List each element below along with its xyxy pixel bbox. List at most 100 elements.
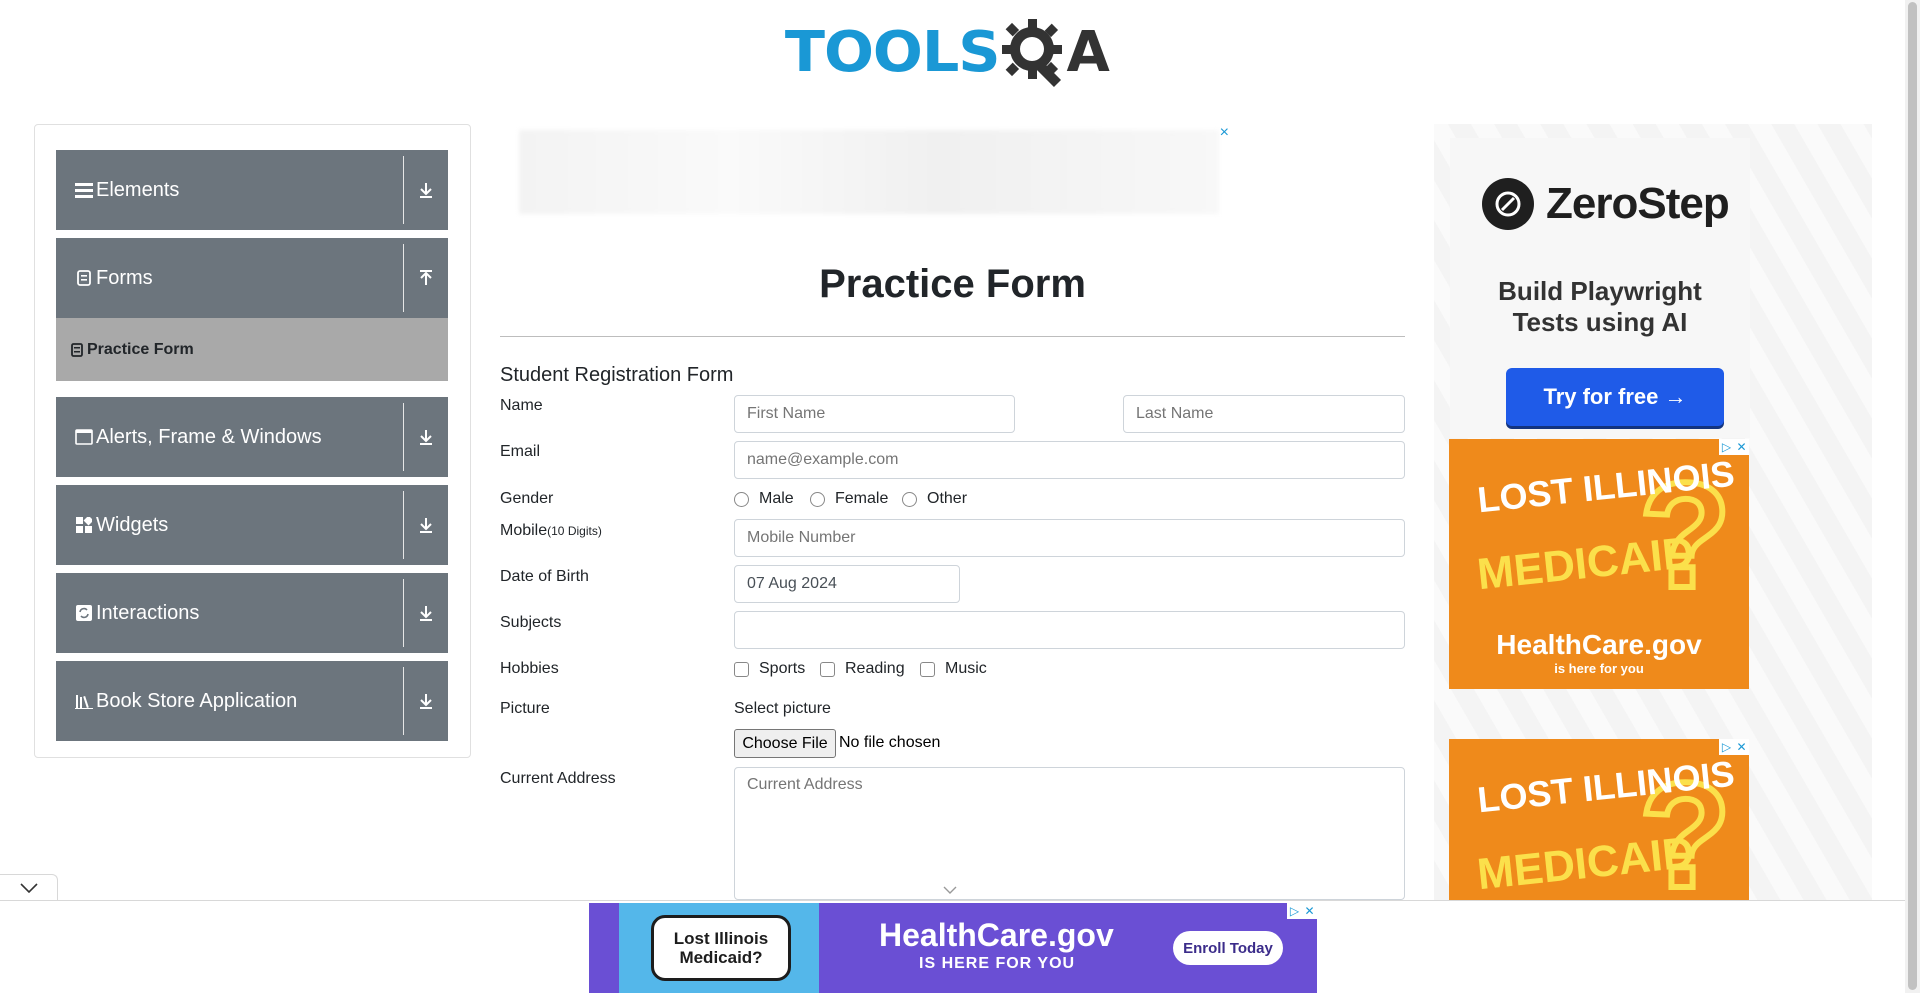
radio-button[interactable] — [810, 491, 825, 507]
sidebar-item-practice-form[interactable]: Practice Form — [56, 318, 448, 381]
toolsqa-logo[interactable]: TOOLS A — [785, 14, 1120, 90]
radio-button[interactable] — [734, 491, 749, 507]
banner-brand: HealthCare.gov — [879, 917, 1114, 953]
option-label: Female — [835, 490, 889, 507]
adchoices-icon[interactable]: ▷ — [1719, 439, 1734, 455]
divider — [403, 244, 404, 312]
ad-close-icon[interactable]: ✕ — [1302, 903, 1317, 919]
medicaid-ad-2[interactable]: ? LOST ILLINOIS MEDICAID ▷ ✕ — [1449, 739, 1749, 900]
adchoices[interactable]: ▷ ✕ — [1719, 739, 1749, 755]
page-title: Practice Form — [819, 262, 1086, 306]
hobby-reading-checkbox[interactable]: Reading — [820, 660, 905, 678]
sidebar-group-alerts[interactable]: Alerts, Frame & Windows — [56, 397, 448, 477]
first-name-input[interactable]: First Name — [734, 395, 1015, 433]
choose-file-button[interactable]: Choose File — [734, 729, 836, 758]
download-arrow-icon[interactable] — [414, 425, 438, 449]
gender-other-radio[interactable]: Other — [902, 490, 967, 508]
menu-icon — [74, 180, 94, 200]
divider — [403, 156, 404, 224]
sidebar-group-label: Forms — [96, 266, 153, 289]
option-label: Male — [759, 490, 794, 507]
right-ad-column: ZeroStep Build Playwright Tests using AI… — [1434, 124, 1872, 900]
try-for-free-button[interactable]: Try for free → — [1506, 368, 1724, 426]
gender-male-radio[interactable]: Male — [734, 490, 794, 508]
hobby-music-checkbox[interactable]: Music — [920, 660, 987, 678]
sidebar-group-widgets[interactable]: Widgets — [56, 485, 448, 565]
sidebar-group-interactions[interactable]: Interactions — [56, 573, 448, 653]
download-arrow-icon[interactable] — [414, 178, 438, 202]
zerostep-ad[interactable]: ZeroStep Build Playwright Tests using AI… — [1450, 138, 1750, 438]
divider — [403, 579, 404, 647]
mobile-label-text: Mobile — [500, 522, 548, 539]
ad-close-icon[interactable]: ✕ — [1734, 739, 1749, 755]
widgets-icon — [74, 515, 94, 535]
books-icon — [74, 691, 94, 711]
ad-close-icon[interactable]: ✕ — [1734, 439, 1749, 455]
interactions-icon — [74, 603, 94, 623]
current-address-textarea[interactable]: Current Address — [734, 767, 1405, 900]
file-status: No file chosen — [839, 734, 941, 751]
page-scrollbar[interactable] — [1905, 0, 1920, 993]
medicaid-ad-sub: is here for you — [1554, 661, 1644, 676]
logo-text-a: A — [1066, 19, 1110, 85]
banner-bubble: Lost Illinois Medicaid? — [651, 915, 791, 981]
checkbox[interactable] — [820, 661, 835, 677]
healthcare-banner-ad[interactable]: Lost Illinois Medicaid? HealthCare.gov I… — [589, 903, 1317, 993]
sidebar-group-book-store[interactable]: Book Store Application — [56, 661, 448, 741]
address-label: Current Address — [500, 770, 616, 787]
collapse-ad-button[interactable] — [0, 874, 58, 900]
ad-close-icon[interactable]: × — [1220, 124, 1229, 142]
last-name-input[interactable]: Last Name — [1123, 395, 1405, 433]
email-label: Email — [500, 443, 541, 460]
logo-text-tools: TOOLS — [784, 19, 1001, 85]
form-icon — [71, 342, 87, 358]
sidebar-group-label: Interactions — [96, 601, 200, 624]
email-input[interactable]: name@example.com — [734, 441, 1405, 479]
sidebar-group-forms[interactable]: Forms — [56, 238, 448, 318]
name-label: Name — [500, 397, 543, 414]
mobile-hint: (10 Digits) — [547, 524, 602, 538]
form-title: Student Registration Form — [500, 364, 734, 386]
zerostep-name: ZeroStep — [1546, 179, 1730, 228]
adchoices[interactable]: ▷ ✕ — [1719, 439, 1749, 455]
subjects-input[interactable] — [734, 611, 1405, 649]
divider — [403, 403, 404, 471]
medicaid-ad[interactable]: ? LOST ILLINOIS MEDICAID HealthCare.gov … — [1449, 439, 1749, 689]
select-picture-label: Select picture — [734, 700, 831, 717]
download-arrow-icon[interactable] — [414, 689, 438, 713]
title-divider — [500, 336, 1405, 337]
banner-sub: IS HERE FOR YOU — [919, 955, 1076, 972]
checkbox[interactable] — [920, 661, 935, 677]
sidebar-item-label: Practice Form — [87, 340, 194, 358]
top-ad[interactable]: × — [513, 124, 1229, 220]
scrollbar-thumb[interactable] — [1908, 2, 1917, 990]
adchoices-icon[interactable]: ▷ — [1287, 903, 1302, 919]
mobile-input[interactable]: Mobile Number — [734, 519, 1405, 557]
hobbies-label: Hobbies — [500, 660, 559, 677]
window-icon — [74, 427, 94, 447]
medicaid-ad-brand: HealthCare.gov — [1496, 629, 1702, 660]
option-label: Music — [945, 660, 987, 677]
radio-button[interactable] — [902, 491, 917, 507]
hobby-sports-checkbox[interactable]: Sports — [734, 660, 805, 678]
download-arrow-icon[interactable] — [414, 601, 438, 625]
document-icon — [74, 268, 94, 288]
download-arrow-icon[interactable] — [414, 513, 438, 537]
gender-female-radio[interactable]: Female — [810, 490, 888, 508]
dob-input[interactable]: 07 Aug 2024 — [734, 565, 960, 603]
adchoices[interactable]: ▷ ✕ — [1287, 903, 1317, 919]
upload-arrow-icon[interactable] — [414, 266, 438, 290]
mobile-label: Mobile(10 Digits) — [500, 522, 602, 540]
enroll-today-button[interactable]: Enroll Today — [1173, 931, 1283, 965]
option-label: Other — [927, 490, 968, 507]
zerostep-logo-icon — [1482, 178, 1534, 230]
sidebar-group-elements[interactable]: Elements — [56, 150, 448, 230]
adchoices-icon[interactable]: ▷ — [1719, 739, 1734, 755]
divider — [403, 667, 404, 735]
zerostep-tagline: Build Playwright Tests using AI — [1498, 276, 1702, 337]
zerostep-logo: ZeroStep — [1482, 178, 1730, 230]
checkbox[interactable] — [734, 661, 749, 677]
page: TOOLS A Elements Forms Practice Form Ale… — [0, 0, 1920, 993]
option-label: Sports — [759, 660, 806, 677]
gender-label: Gender — [500, 490, 554, 507]
